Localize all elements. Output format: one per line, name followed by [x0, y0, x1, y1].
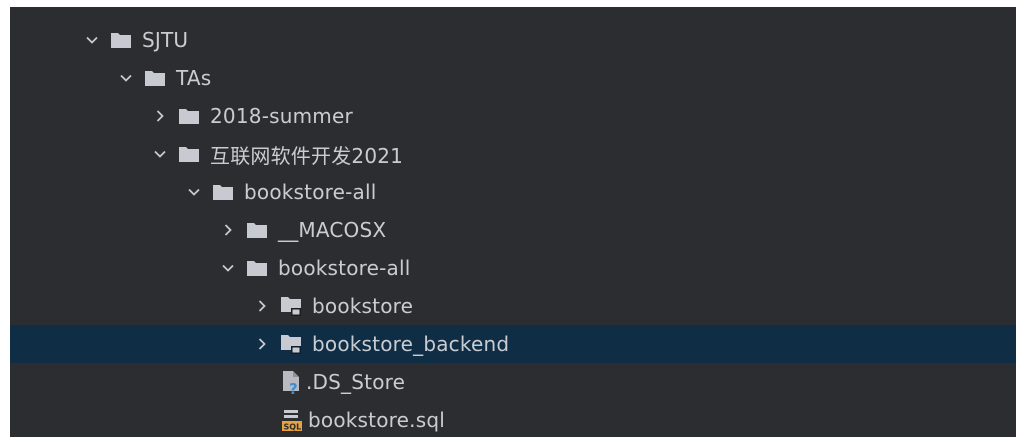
chevron-right-icon[interactable] [248, 287, 276, 325]
tree-item-label: __MACOSX [278, 218, 387, 242]
folder-icon [110, 21, 136, 59]
chevron-down-icon[interactable] [146, 135, 174, 173]
tree-item-sjtu[interactable]: SJTU [10, 21, 1016, 59]
chevron-right-icon[interactable] [146, 97, 174, 135]
folder-icon [212, 173, 238, 211]
sql-file-icon: SQL [280, 401, 306, 437]
project-tree-panel: SJTU TAs 2018-summer 互联网软件开发2021 booksto… [10, 7, 1016, 437]
unknown-file-icon: ? [280, 363, 306, 401]
tree-item-label: 2018-summer [210, 104, 353, 128]
tree-item-ds-store[interactable]: ? .DS_Store [10, 363, 1016, 401]
folder-icon [178, 97, 204, 135]
tree-item-2018-summer[interactable]: 2018-summer [10, 97, 1016, 135]
tree-item-label: bookstore.sql [308, 408, 445, 432]
tree-item-bookstore-backend[interactable]: bookstore_backend [10, 325, 1016, 363]
svg-text:SQL: SQL [284, 423, 302, 432]
module-folder-icon [280, 325, 306, 363]
tree-item-label: SJTU [142, 28, 189, 52]
tree-item-label: bookstore-all [278, 256, 411, 280]
chevron-right-icon[interactable] [214, 211, 242, 249]
tree-item-bookstore[interactable]: bookstore [10, 287, 1016, 325]
tree-item-macosx[interactable]: __MACOSX [10, 211, 1016, 249]
tree-item-internet-software-dev-2021[interactable]: 互联网软件开发2021 [10, 135, 1016, 173]
chevron-right-icon[interactable] [248, 325, 276, 363]
tree-item-label: 互联网软件开发2021 [210, 143, 404, 168]
folder-icon [144, 59, 170, 97]
folder-icon [246, 211, 272, 249]
svg-text:?: ? [289, 380, 298, 395]
tree-item-tas[interactable]: TAs [10, 59, 1016, 97]
chevron-down-icon[interactable] [214, 249, 242, 287]
tree-item-label: .DS_Store [306, 370, 406, 394]
tree-item-bookstore-all-nested[interactable]: bookstore-all [10, 249, 1016, 287]
folder-icon [246, 249, 272, 287]
tree-item-label: bookstore_backend [312, 332, 510, 356]
tree-item-label: bookstore [312, 294, 414, 318]
tree-item-bookstore-all[interactable]: bookstore-all [10, 173, 1016, 211]
tree-item-bookstore-sql[interactable]: SQL bookstore.sql [10, 401, 1016, 437]
folder-icon [178, 135, 204, 173]
chevron-down-icon[interactable] [78, 21, 106, 59]
chevron-down-icon[interactable] [180, 173, 208, 211]
tree-item-label: TAs [176, 66, 212, 90]
module-folder-icon [280, 287, 306, 325]
chevron-down-icon[interactable] [112, 59, 140, 97]
tree-item-label: bookstore-all [244, 180, 377, 204]
